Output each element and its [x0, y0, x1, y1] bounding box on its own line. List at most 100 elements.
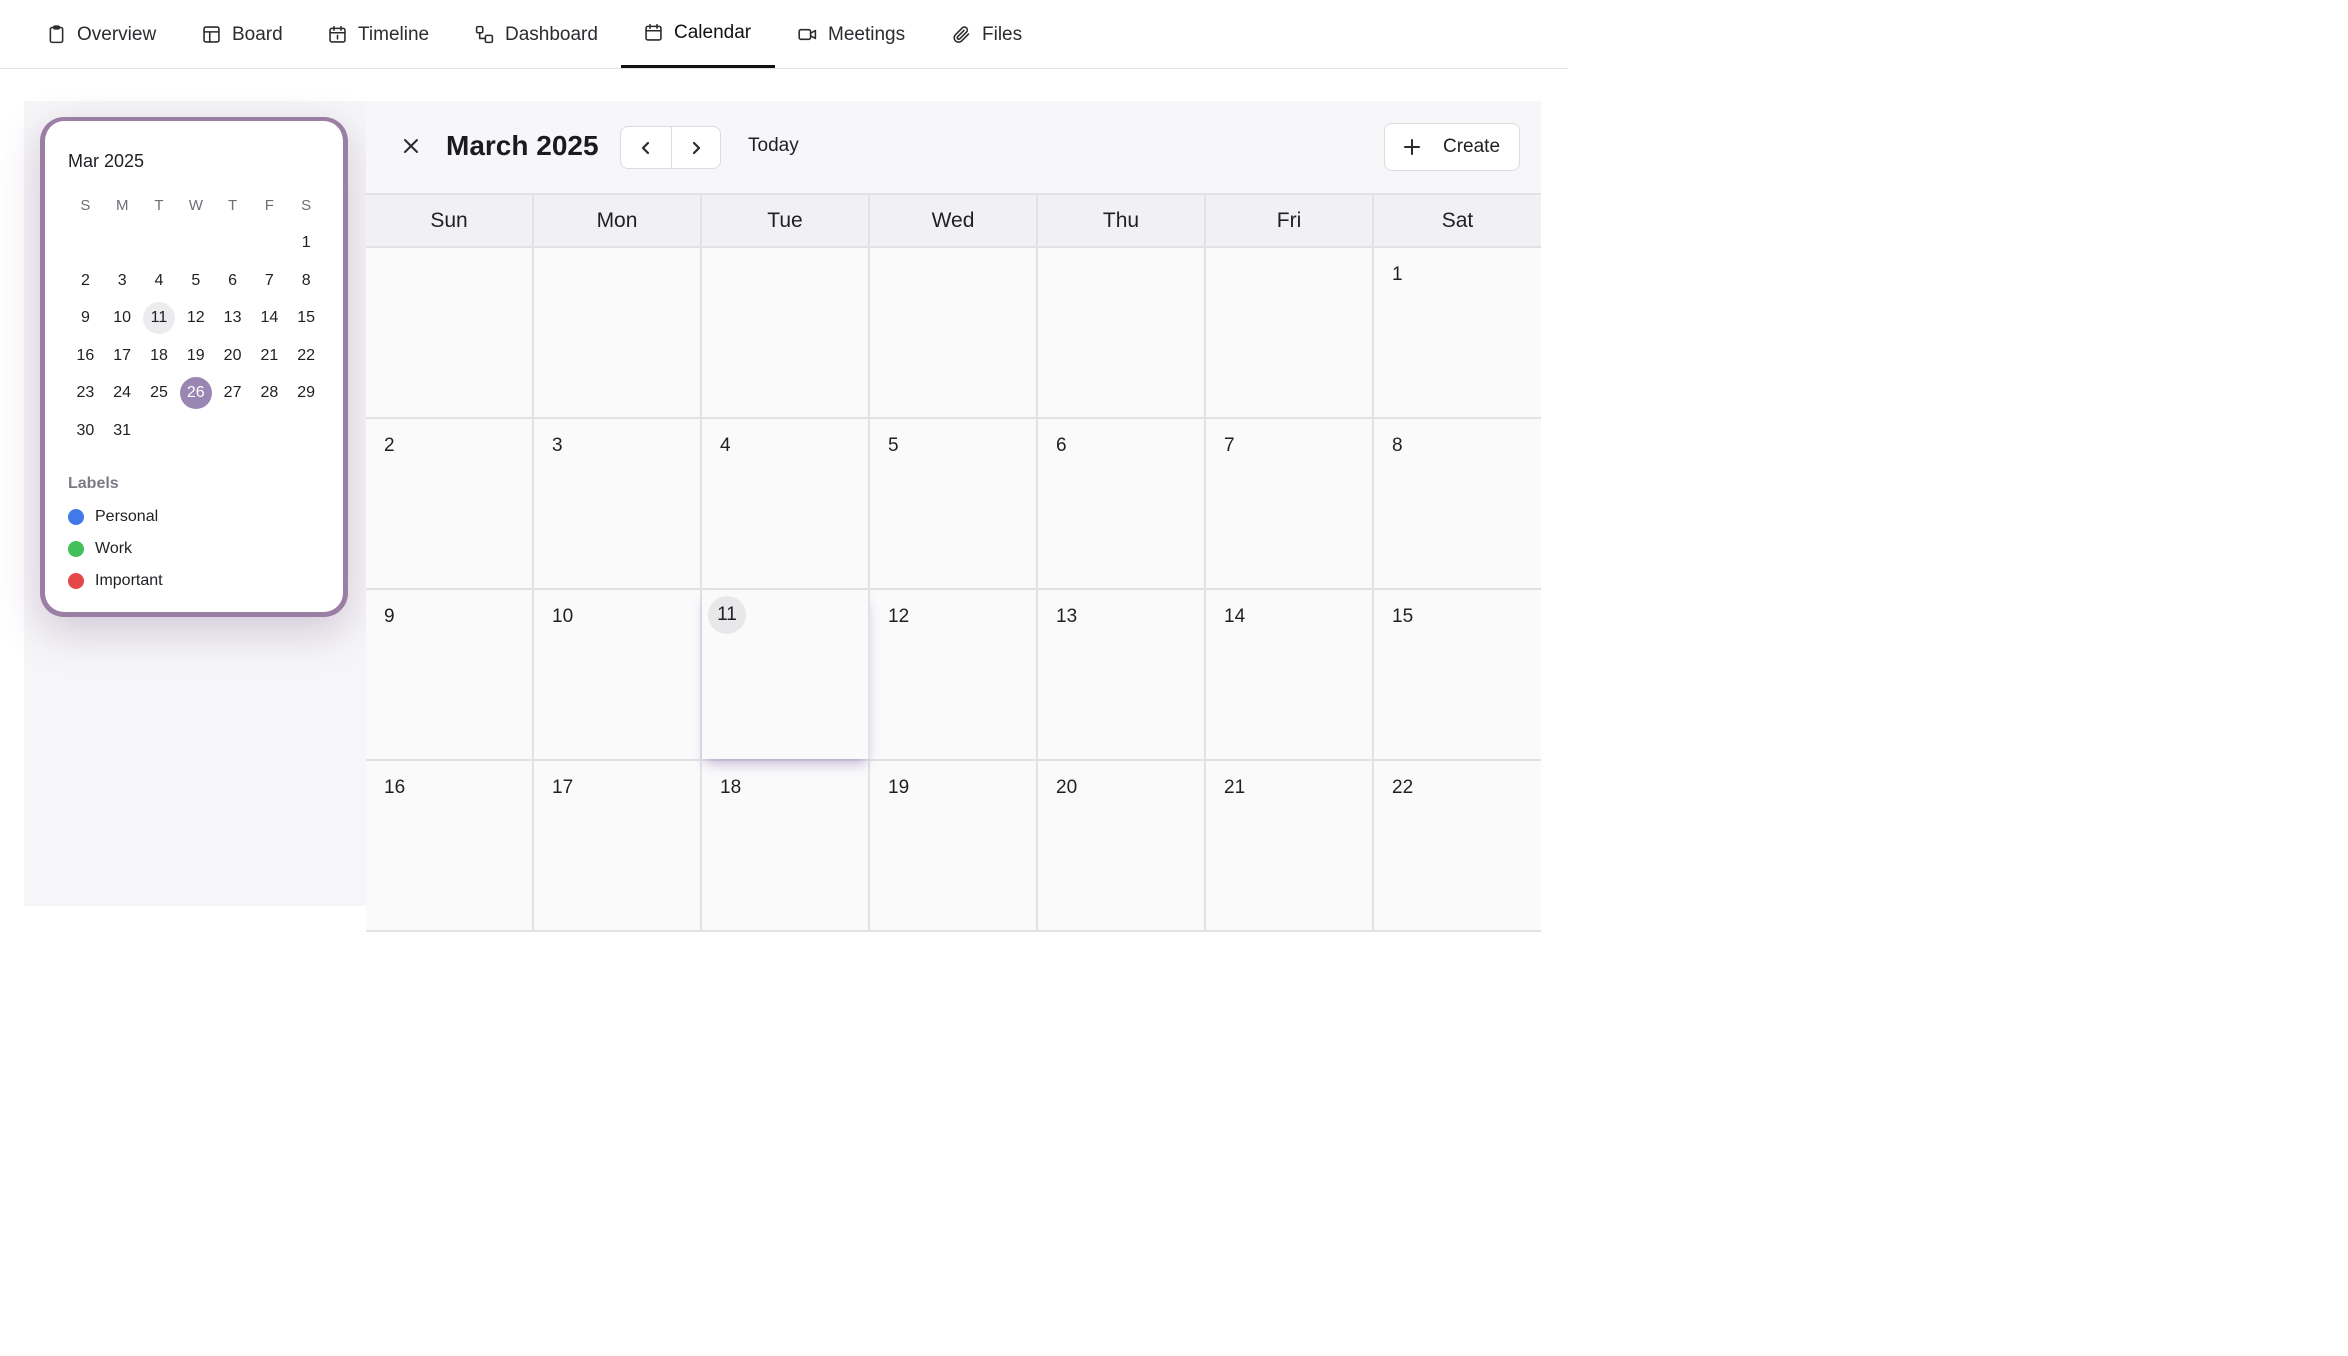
day-cell[interactable]: 20	[1038, 761, 1206, 930]
mini-calendar-day[interactable]: 8	[288, 265, 325, 297]
mini-calendar-day[interactable]: 4	[141, 265, 178, 297]
day-cell[interactable]: 15	[1374, 590, 1541, 759]
empty-day-cell[interactable]	[702, 248, 870, 417]
label-color-dot	[68, 541, 84, 557]
mini-calendar-week: 16 17 18 19 20 21 22	[67, 337, 327, 375]
day-cell[interactable]: 21	[1206, 761, 1374, 930]
mini-calendar-day[interactable]: 19	[177, 340, 214, 372]
day-cell[interactable]: 6	[1038, 419, 1206, 588]
day-cell[interactable]: 12	[870, 590, 1038, 759]
create-button[interactable]: Create	[1384, 123, 1520, 171]
mini-calendar-day[interactable]: 22	[288, 340, 325, 372]
week-row: 1	[366, 248, 1541, 419]
empty-day-cell[interactable]	[366, 248, 534, 417]
mini-calendar-weeks: 1 2 3 4 5 6 7 8 9 10 11 12 13 14 15 16 17 18 19 20 21 22 23 24 2…	[67, 225, 327, 450]
weekday-label: T	[154, 197, 164, 215]
mini-calendar-day[interactable]: 31	[104, 415, 141, 447]
day-cell[interactable]: 13	[1038, 590, 1206, 759]
tab-overview[interactable]: Overview	[46, 0, 156, 69]
calendar-header: March 2025 Today Create	[366, 101, 1541, 194]
mini-day-number: 24	[113, 384, 132, 402]
tab-calendar[interactable]: Calendar	[643, 0, 751, 67]
day-cell[interactable]: 14	[1206, 590, 1374, 759]
mini-day-number: 15	[297, 309, 316, 327]
week-row: 2 3 4 5 6 7 8	[366, 419, 1541, 590]
day-cell[interactable]: 22	[1374, 761, 1541, 930]
day-cell[interactable]: 1	[1374, 248, 1541, 417]
tab-timeline[interactable]: Timeline	[327, 0, 429, 69]
day-cell[interactable]: 3	[534, 419, 702, 588]
mini-calendar-day[interactable]: 23	[67, 377, 104, 409]
mini-calendar-day[interactable]: 27	[214, 377, 251, 409]
day-number: 7	[1224, 435, 1235, 456]
mini-day-number: 5	[191, 271, 201, 289]
mini-day-number: 31	[113, 421, 132, 439]
mini-day-number: 9	[80, 309, 90, 327]
tab-board[interactable]: Board	[201, 0, 283, 69]
mini-calendar-day[interactable]: 7	[251, 265, 288, 297]
day-cell[interactable]: 5	[870, 419, 1038, 588]
day-cell[interactable]: 19	[870, 761, 1038, 930]
mini-calendar-day[interactable]: 18	[141, 340, 178, 372]
day-cell[interactable]: 16	[366, 761, 534, 930]
day-cell[interactable]: 11	[702, 590, 870, 759]
label-important[interactable]: Important	[68, 572, 163, 590]
mini-calendar-day[interactable]: 21	[251, 340, 288, 372]
mini-calendar-empty	[251, 227, 288, 259]
close-button[interactable]	[400, 135, 422, 157]
mini-calendar-day[interactable]: 9	[67, 302, 104, 334]
mini-day-number: 11	[142, 302, 175, 335]
mini-calendar-day[interactable]: 15	[288, 302, 325, 334]
mini-calendar-week: 23 24 25 26 27 28 29	[67, 375, 327, 413]
previous-month-button[interactable]	[621, 127, 671, 168]
next-month-button[interactable]	[670, 127, 721, 168]
day-cell[interactable]: 2	[366, 419, 534, 588]
day-cell[interactable]: 10	[534, 590, 702, 759]
day-cell[interactable]: 4	[702, 419, 870, 588]
mini-calendar-day[interactable]: 20	[214, 340, 251, 372]
day-cell[interactable]: 8	[1374, 419, 1541, 588]
weekday-header: Tue	[702, 195, 870, 246]
mini-calendar-day[interactable]: 3	[104, 265, 141, 297]
create-button-label: Create	[1443, 136, 1501, 157]
plus-icon	[1404, 139, 1420, 155]
mini-calendar-day[interactable]: 2	[67, 265, 104, 297]
day-cell[interactable]: 9	[366, 590, 534, 759]
day-number: 19	[888, 777, 910, 798]
tab-label: Files	[982, 23, 1023, 45]
label-work[interactable]: Work	[68, 540, 132, 558]
mini-day-number: 18	[150, 346, 168, 364]
calendar-icon	[645, 23, 662, 41]
tab-dashboard[interactable]: Dashboard	[474, 0, 598, 69]
mini-calendar-day[interactable]: 28	[251, 377, 288, 409]
mini-calendar-day[interactable]: 14	[251, 302, 288, 334]
mini-calendar-day[interactable]: 11	[141, 302, 178, 335]
mini-calendar-day[interactable]: 12	[177, 302, 214, 334]
empty-day-cell[interactable]	[534, 248, 702, 417]
mini-calendar-day[interactable]: 24	[104, 377, 141, 409]
label-name: Work	[95, 540, 133, 557]
mini-calendar-day[interactable]: 16	[67, 340, 104, 372]
empty-day-cell[interactable]	[870, 248, 1038, 417]
mini-calendar-day[interactable]: 17	[104, 340, 141, 372]
mini-calendar-day[interactable]: 25	[141, 377, 178, 409]
mini-calendar-day[interactable]: 13	[214, 302, 251, 334]
clipboard-icon	[49, 25, 64, 44]
mini-calendar-day[interactable]: 30	[67, 415, 104, 447]
day-cell[interactable]: 7	[1206, 419, 1374, 588]
empty-day-cell[interactable]	[1206, 248, 1374, 417]
day-cell[interactable]: 17	[534, 761, 702, 930]
today-button[interactable]: Today	[748, 135, 799, 157]
mini-calendar-day[interactable]: 26	[177, 377, 214, 410]
mini-calendar-day[interactable]: 6	[214, 265, 251, 297]
mini-calendar-day[interactable]: 29	[288, 377, 325, 409]
mini-calendar-day[interactable]: 5	[177, 265, 214, 297]
empty-day-cell[interactable]	[1038, 248, 1206, 417]
label-personal[interactable]: Personal	[68, 508, 158, 526]
mini-calendar-day[interactable]: 1	[288, 227, 325, 259]
tab-meetings[interactable]: Meetings	[797, 0, 905, 69]
tab-files[interactable]: Files	[951, 0, 1022, 69]
day-cell[interactable]: 18	[702, 761, 870, 930]
mini-calendar-day[interactable]: 10	[104, 302, 141, 334]
mini-calendar-empty	[67, 227, 104, 259]
